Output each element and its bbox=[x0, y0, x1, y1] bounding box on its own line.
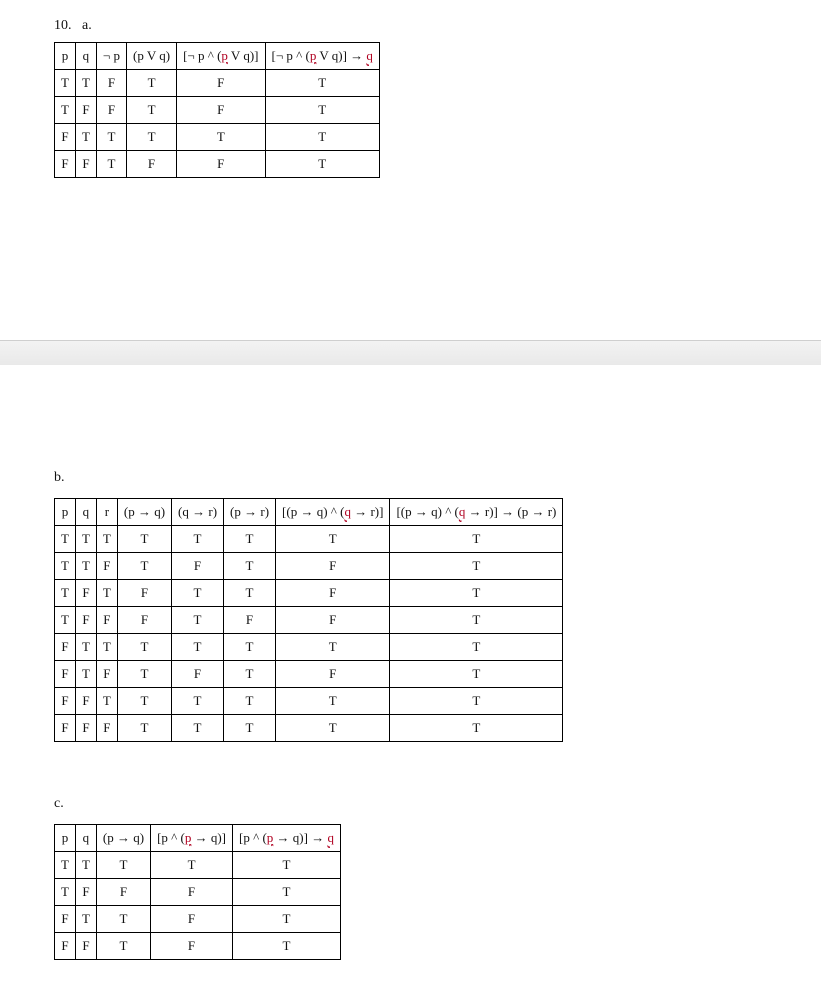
table-a-header-row: p q ¬ p (p V q) [¬ p ^ (p V q)] [¬ p ^ (… bbox=[55, 43, 380, 70]
table-a-body: T T F T F T T F F T F T F T T T T T bbox=[55, 70, 380, 178]
col-p: p bbox=[55, 499, 76, 526]
table-b-header-row: p q r (p → q) (q → r) (p → r) [(p → q) ^… bbox=[55, 499, 563, 526]
table-row: TTTTTTTT bbox=[55, 526, 563, 553]
col-final: [p ^ (p → q)] → q bbox=[233, 825, 341, 852]
part-c-label: c. bbox=[54, 796, 64, 811]
col-q: q bbox=[75, 43, 96, 70]
label-c: c. bbox=[54, 796, 64, 812]
col-pimpq: (p → q) bbox=[96, 825, 150, 852]
table-row: FFFTTTTT bbox=[55, 715, 563, 742]
table-row: FFTFT bbox=[55, 933, 341, 960]
table-row: F F T F F T bbox=[55, 151, 380, 178]
col-final: [(p → q) ^ (q → r)] → (p → r) bbox=[390, 499, 563, 526]
col-final: [¬ p ^ (p V q)] → q bbox=[265, 43, 379, 70]
col-p: p bbox=[55, 825, 76, 852]
table-row: TFFFTFFT bbox=[55, 607, 563, 634]
table-row: FTFTFTFT bbox=[55, 661, 563, 688]
table-row: FTTTTTTT bbox=[55, 634, 563, 661]
problem-number: 10. bbox=[54, 18, 72, 33]
col-notp: ¬ p bbox=[96, 43, 126, 70]
table-row: FFTTTTTT bbox=[55, 688, 563, 715]
table-c-body: TTTTT TFFFT FTTFT FFTFT bbox=[55, 852, 341, 960]
table-b-body: TTTTTTTT TTFTFTFT TFTFTTFT TFFFTFFT FTTT… bbox=[55, 526, 563, 742]
col-qimpr: (q → r) bbox=[172, 499, 224, 526]
col-q: q bbox=[75, 499, 96, 526]
col-porq: (p V q) bbox=[127, 43, 177, 70]
table-row: FTTFT bbox=[55, 906, 341, 933]
page: 10. a. p q ¬ p (p V q) [¬ p ^ (p V q)] [… bbox=[0, 0, 821, 1000]
col-and: [¬ p ^ (p V q)] bbox=[177, 43, 265, 70]
truth-table-c: p q (p → q) [p ^ (p → q)] [p ^ (p → q)] … bbox=[54, 824, 341, 960]
part-a-label: a. bbox=[82, 18, 92, 33]
table-row: T T F T F T bbox=[55, 70, 380, 97]
label-b: b. bbox=[54, 470, 65, 486]
col-conj: [p ^ (p → q)] bbox=[151, 825, 233, 852]
page-break-divider bbox=[0, 340, 821, 366]
table-b-head: p q r (p → q) (q → r) (p → r) [(p → q) ^… bbox=[55, 499, 563, 526]
table-row: TTTTT bbox=[55, 852, 341, 879]
table-row: TFTFTTFT bbox=[55, 580, 563, 607]
table-row: T F F T F T bbox=[55, 97, 380, 124]
col-pimpq: (p → q) bbox=[117, 499, 171, 526]
table-c-head: p q (p → q) [p ^ (p → q)] [p ^ (p → q)] … bbox=[55, 825, 341, 852]
table-row: TFFFT bbox=[55, 879, 341, 906]
truth-table-a: p q ¬ p (p V q) [¬ p ^ (p V q)] [¬ p ^ (… bbox=[54, 42, 380, 178]
table-a-head: p q ¬ p (p V q) [¬ p ^ (p V q)] [¬ p ^ (… bbox=[55, 43, 380, 70]
label-10a: 10. a. bbox=[54, 18, 92, 34]
table-row: F T T T T T bbox=[55, 124, 380, 151]
col-pimpr: (p → r) bbox=[224, 499, 276, 526]
table-c-header-row: p q (p → q) [p ^ (p → q)] [p ^ (p → q)] … bbox=[55, 825, 341, 852]
truth-table-b: p q r (p → q) (q → r) (p → r) [(p → q) ^… bbox=[54, 498, 563, 742]
table-row: TTFTFTFT bbox=[55, 553, 563, 580]
col-r: r bbox=[96, 499, 117, 526]
col-q: q bbox=[75, 825, 96, 852]
col-conj: [(p → q) ^ (q → r)] bbox=[276, 499, 390, 526]
part-b-label: b. bbox=[54, 470, 65, 485]
col-p: p bbox=[55, 43, 76, 70]
